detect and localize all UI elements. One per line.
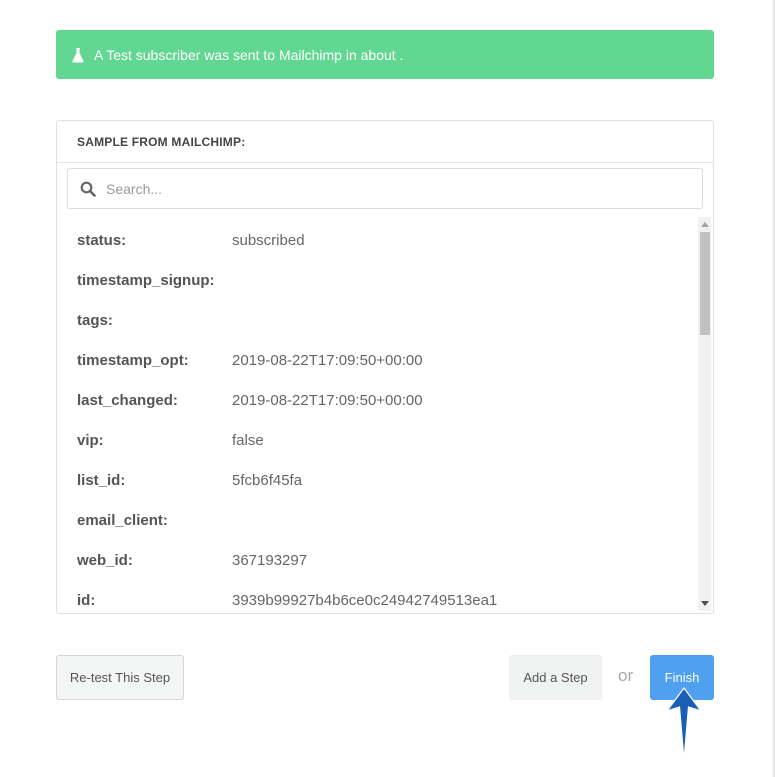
retest-step-button[interactable]: Re-test This Step xyxy=(56,655,184,700)
scroll-up-arrow-icon[interactable] xyxy=(701,222,709,227)
field-value: 3939b99927b4b6ce0c24942749513ea1 xyxy=(232,592,498,609)
field-key: status: xyxy=(77,232,127,249)
field-row-vip: vip: false xyxy=(57,429,695,453)
or-separator: or xyxy=(618,666,634,685)
field-row-timestamp-opt: timestamp_opt: 2019-08-22T17:09:50+00:00 xyxy=(57,349,695,373)
field-row-list-id: list_id: 5fcb6f45fa xyxy=(57,469,695,493)
search-input[interactable] xyxy=(106,180,666,197)
field-key: email_client: xyxy=(77,512,168,529)
field-key: timestamp_opt: xyxy=(77,352,189,369)
field-key: web_id: xyxy=(77,552,133,569)
search-field[interactable] xyxy=(67,168,703,209)
field-row-email-client: email_client: xyxy=(57,509,695,533)
sample-panel-title: SAMPLE FROM MAILCHIMP: xyxy=(57,121,713,163)
up-arrow-pointer-icon xyxy=(666,687,702,761)
alert-message: A Test subscriber was sent to Mailchimp … xyxy=(94,46,404,63)
field-list-scrollbar[interactable] xyxy=(698,217,711,611)
add-step-button[interactable]: Add a Step xyxy=(509,655,602,700)
field-key: vip: xyxy=(77,432,104,449)
field-row-tags: tags: xyxy=(57,309,695,333)
field-key: id: xyxy=(77,592,96,609)
field-value: 2019-08-22T17:09:50+00:00 xyxy=(232,352,423,369)
sample-panel: SAMPLE FROM MAILCHIMP: status: subscribe… xyxy=(56,120,714,614)
field-value: 5fcb6f45fa xyxy=(232,472,303,489)
field-row-timestamp-signup: timestamp_signup: xyxy=(57,269,695,293)
search-icon xyxy=(80,181,96,197)
field-row-last-changed: last_changed: 2019-08-22T17:09:50+00:00 xyxy=(57,389,695,413)
field-row-status: status: subscribed xyxy=(57,229,695,253)
scroll-down-arrow-icon[interactable] xyxy=(701,601,709,606)
field-value: 2019-08-22T17:09:50+00:00 xyxy=(232,392,423,409)
sample-field-list[interactable]: status: subscribed timestamp_signup: tag… xyxy=(57,217,695,611)
field-row-web-id: web_id: 367193297 xyxy=(57,549,695,573)
field-key: tags: xyxy=(77,312,113,329)
field-key: list_id: xyxy=(77,472,126,489)
scrollbar-thumb[interactable] xyxy=(700,232,710,335)
field-value: subscribed xyxy=(232,232,305,249)
field-key: last_changed: xyxy=(77,392,178,409)
field-key: timestamp_signup: xyxy=(77,272,215,289)
test-success-alert: A Test subscriber was sent to Mailchimp … xyxy=(56,30,714,79)
field-row-id: id: 3939b99927b4b6ce0c24942749513ea1 xyxy=(57,589,695,611)
field-value: 367193297 xyxy=(232,552,308,569)
field-value: false xyxy=(232,432,264,449)
flask-icon xyxy=(72,47,84,62)
